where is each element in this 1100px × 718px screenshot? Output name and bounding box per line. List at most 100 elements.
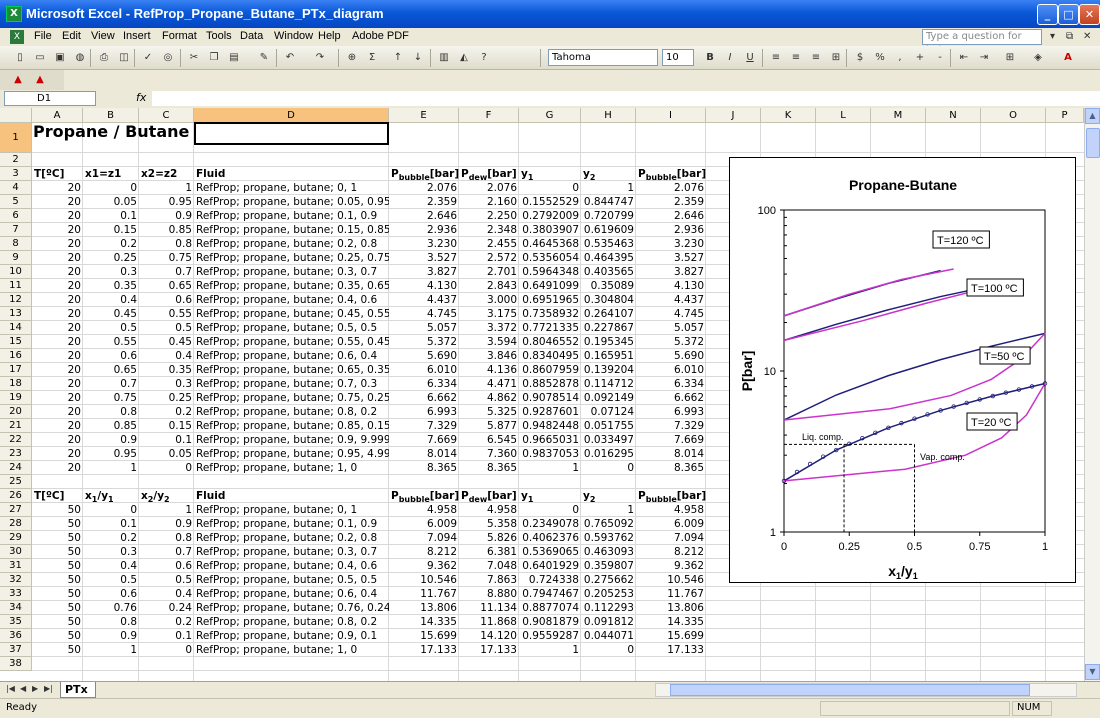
table-cell[interactable]: 8.365 [636,461,706,475]
column-header-d[interactable]: D [194,108,389,123]
table-cell[interactable]: 20 [32,223,83,237]
table-cell[interactable]: 2.160 [459,195,519,209]
table-cell[interactable]: 20 [32,293,83,307]
table-cell[interactable]: 0.9081879 [519,615,581,629]
table-cell[interactable]: 17.133 [459,643,519,657]
row-header-25[interactable]: 25 [0,475,32,489]
maximize-button[interactable]: □ [1058,4,1079,25]
table-cell[interactable]: 0.8046552 [519,335,581,349]
row-header-9[interactable]: 9 [0,251,32,265]
table-cell[interactable]: 7.669 [389,433,459,447]
table-cell[interactable]: 2.936 [636,223,706,237]
next-sheet-icon[interactable]: ▶ [32,684,38,693]
table-cell[interactable]: 0.6 [83,349,139,363]
table-cell[interactable]: RefProp; propane, butane; 0.5, 0.5 [194,573,389,587]
open-icon[interactable]: ▭ [32,50,48,66]
table-cell[interactable]: 0.8 [83,405,139,419]
table-cell[interactable]: 0.091812 [581,615,636,629]
row-header-28[interactable]: 28 [0,517,32,531]
menu-file[interactable]: File [34,30,52,42]
table-cell[interactable]: 0.9287601 [519,405,581,419]
print-icon[interactable]: ⎙ [96,50,112,66]
column-header-j[interactable]: J [706,108,761,123]
table-cell[interactable]: 9.362 [636,559,706,573]
menu-insert[interactable]: Insert [123,30,151,42]
table-cell[interactable]: RefProp; propane, butane; 0.6, 0.4 [194,349,389,363]
table-cell[interactable]: 20 [32,461,83,475]
print-preview-icon[interactable]: ◫ [116,50,132,66]
table-cell[interactable]: 6.381 [459,545,519,559]
table-cell[interactable]: 0.65 [83,363,139,377]
table-cell[interactable]: 0.7 [139,265,194,279]
row-header-5[interactable]: 5 [0,195,32,209]
table-cell[interactable]: 0.95 [83,447,139,461]
table-cell[interactable]: 0.9482448 [519,419,581,433]
table-cell[interactable]: 0.75 [139,251,194,265]
row-header-16[interactable]: 16 [0,349,32,363]
table-cell[interactable]: 2.076 [459,181,519,195]
table-cell[interactable]: RefProp; propane, butane; 0.55, 0.45 [194,335,389,349]
table-cell[interactable]: 3.846 [459,349,519,363]
column-header-a[interactable]: A [32,108,83,123]
table-cell[interactable]: 50 [32,503,83,517]
decrease-indent-icon[interactable]: ⇤ [956,50,972,66]
increase-decimal-icon[interactable]: + [912,50,928,66]
table-cell[interactable]: 0.5 [83,573,139,587]
select-all-corner[interactable] [0,108,32,123]
table-cell[interactable]: 8.880 [459,587,519,601]
paste-icon[interactable]: ▤ [226,50,242,66]
table-cell[interactable]: 0.15 [83,223,139,237]
table-cell[interactable]: 2.359 [636,195,706,209]
table-cell[interactable]: 0.304804 [581,293,636,307]
table-cell[interactable]: 0.6 [83,587,139,601]
table-cell[interactable]: RefProp; propane, butane; 0.4, 0.6 [194,559,389,573]
table-cell[interactable]: 0.95 [139,195,194,209]
menu-help[interactable]: Help [318,30,341,42]
cut-icon[interactable]: ✂ [186,50,202,66]
table-cell[interactable]: 20 [32,279,83,293]
table-cell[interactable]: 50 [32,587,83,601]
table-cell[interactable]: 2.572 [459,251,519,265]
table-cell[interactable]: 0.76 [83,601,139,615]
row-header-1[interactable]: 1 [0,123,32,153]
menu-format[interactable]: Format [162,30,197,42]
table-cell[interactable]: 0.2 [83,531,139,545]
table-cell[interactable]: 6.010 [636,363,706,377]
column-header-h[interactable]: H [581,108,636,123]
table-cell[interactable]: 0.051755 [581,419,636,433]
table-cell[interactable]: 2.455 [459,237,519,251]
table-cell[interactable]: 10.546 [636,573,706,587]
row-header-14[interactable]: 14 [0,321,32,335]
table-cell[interactable]: 0.7 [139,545,194,559]
table-cell[interactable]: 0.8340495 [519,349,581,363]
table-cell[interactable]: 0.25 [139,391,194,405]
table-cell[interactable]: 1 [519,461,581,475]
table-cell[interactable]: 20 [32,209,83,223]
table-cell[interactable]: 20 [32,447,83,461]
table-cell[interactable]: 0.9665031 [519,433,581,447]
percent-icon[interactable]: % [872,50,888,66]
row-header-37[interactable]: 37 [0,643,32,657]
row-header-12[interactable]: 12 [0,293,32,307]
table-cell[interactable]: 0.5964348 [519,265,581,279]
convert-and-email-icon[interactable]: ▲ [32,72,48,88]
table-cell[interactable]: 4.437 [389,293,459,307]
chart-wizard-icon[interactable]: ▥ [436,50,452,66]
table-cell[interactable]: 4.136 [459,363,519,377]
row-header-20[interactable]: 20 [0,405,32,419]
table-cell[interactable]: RefProp; propane, butane; 0.2, 0.8 [194,531,389,545]
align-right-icon[interactable]: ≡ [808,50,824,66]
table-cell[interactable]: 0.7358932 [519,307,581,321]
table-cell[interactable]: 0.8 [139,237,194,251]
table-cell[interactable]: 5.358 [459,517,519,531]
table-cell[interactable]: 0.1552529 [519,195,581,209]
table-cell[interactable]: RefProp; propane, butane; 1, 0 [194,643,389,657]
close-button[interactable]: ✕ [1079,4,1100,25]
column-header-m[interactable]: M [871,108,926,123]
table-cell[interactable]: 0.264107 [581,307,636,321]
underline-icon[interactable]: U [742,50,758,66]
table-cell[interactable]: 0.9559287 [519,629,581,643]
format-painter-icon[interactable]: ✎ [256,50,272,66]
fill-color-icon[interactable]: ◈ [1030,50,1046,66]
menu-window[interactable]: Window [274,30,313,42]
